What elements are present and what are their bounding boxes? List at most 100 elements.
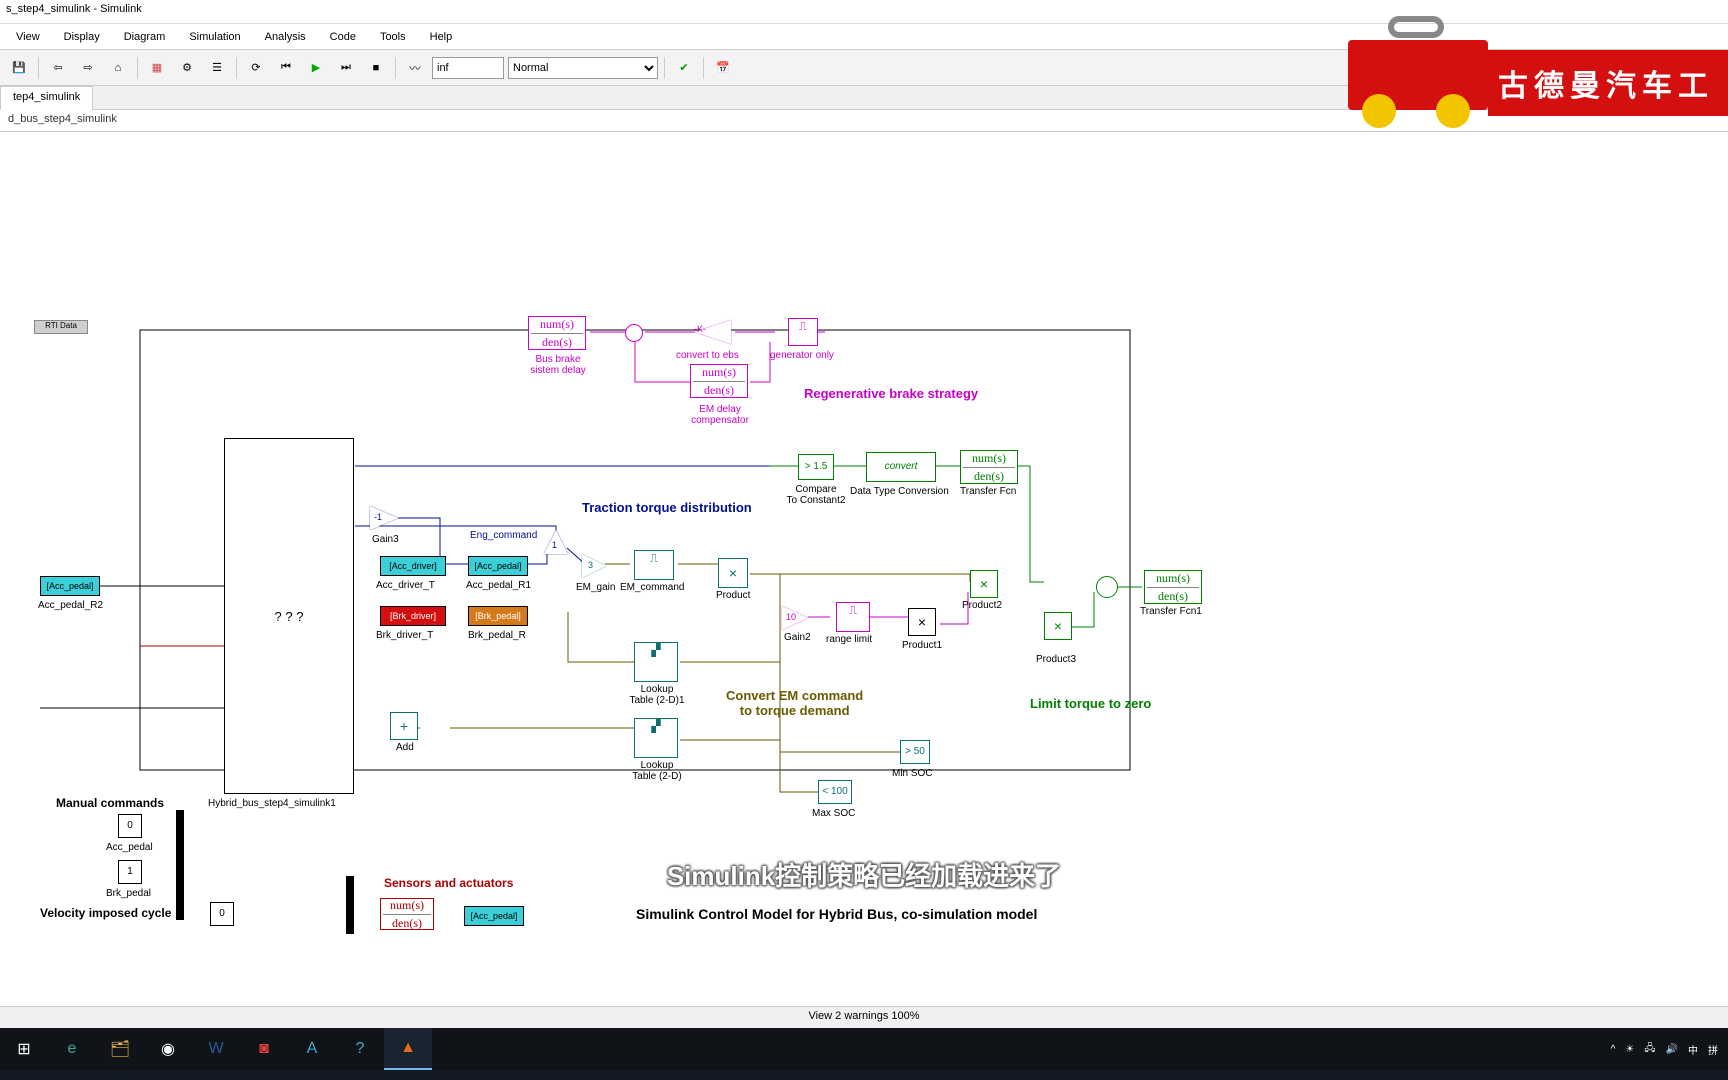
list-icon: ☰ xyxy=(212,61,222,74)
step-back-icon: ⏮ xyxy=(281,61,291,74)
const-driver-cycle[interactable]: 0 xyxy=(210,902,234,926)
product2-block[interactable] xyxy=(970,570,998,598)
lookup-icon: ▞ xyxy=(651,643,660,657)
saturation-icon: ⎍ xyxy=(849,603,857,617)
stop-button[interactable]: ■ xyxy=(363,55,389,81)
refresh-icon: ⟳ xyxy=(251,61,260,74)
tray-lang[interactable]: 拼 xyxy=(1708,1042,1718,1057)
menu-help[interactable]: Help xyxy=(418,28,465,46)
transfer-fcn-bus-brake[interactable]: num(s)den(s) xyxy=(528,316,586,350)
product2-label: Product2 xyxy=(962,600,1002,611)
tray-ime[interactable]: 中 xyxy=(1688,1042,1698,1057)
range-limit-block[interactable]: ⎍ xyxy=(836,602,870,632)
merge-value: 1 xyxy=(552,540,557,550)
transfer-fcn-em-delay[interactable]: num(s)den(s) xyxy=(690,364,748,398)
tray-network-icon[interactable]: 🖧 xyxy=(1644,1041,1655,1058)
menu-display[interactable]: Display xyxy=(52,28,112,46)
product-block[interactable] xyxy=(718,558,748,588)
model-tab[interactable]: tep4_simulink xyxy=(0,86,93,110)
menu-tools[interactable]: Tools xyxy=(368,28,418,46)
em-gain-value: 3 xyxy=(588,560,593,570)
manual-heading: Manual commands xyxy=(56,796,164,810)
acc-driver-label: Acc_driver_T xyxy=(376,580,435,591)
taskbar-edge[interactable]: e xyxy=(48,1028,96,1070)
product3-block[interactable] xyxy=(1044,612,1072,640)
transfer-fcn-sensor[interactable]: num(s)den(s) xyxy=(380,898,434,930)
em-gain-block[interactable] xyxy=(582,554,606,578)
menu-code[interactable]: Code xyxy=(318,28,368,46)
lookup-table-2d-1[interactable]: ▞ xyxy=(634,642,678,682)
tray-weather-icon[interactable]: ☀ xyxy=(1625,1044,1634,1055)
taskbar-chrome[interactable]: ◉ xyxy=(144,1028,192,1070)
stop-time-input[interactable] xyxy=(432,57,504,79)
sum-block-ebs[interactable] xyxy=(625,324,643,342)
rti-data-block[interactable]: RTI Data xyxy=(34,320,88,334)
sum-limit-block[interactable] xyxy=(1096,576,1118,598)
transfer-fcn1-block[interactable]: num(s)den(s) xyxy=(1144,570,1202,604)
signal-button[interactable]: 〰 xyxy=(402,55,428,81)
fastrestart-button[interactable]: ✔ xyxy=(671,55,697,81)
sensors-heading: Sensors and actuators xyxy=(384,876,513,890)
em-command-sat[interactable]: ⎍ xyxy=(634,550,674,580)
lookup-table-2d[interactable]: ▞ xyxy=(634,718,678,758)
save-button[interactable]: 💾 xyxy=(6,55,32,81)
model-config-button[interactable]: ⚙ xyxy=(174,55,200,81)
min-soc-label: Min SOC xyxy=(892,768,933,779)
tray-sound-icon[interactable]: 🔊 xyxy=(1666,1044,1678,1055)
max-soc-block[interactable]: < 100 xyxy=(818,780,852,804)
sim-mode-select[interactable]: Normal xyxy=(508,57,658,79)
schedule-button[interactable]: 📅 xyxy=(710,55,736,81)
mux-block-1[interactable] xyxy=(176,810,184,920)
add-label: Add xyxy=(396,742,414,753)
menu-analysis[interactable]: Analysis xyxy=(253,28,318,46)
const-brk-pedal[interactable]: 1 xyxy=(118,860,142,884)
transfer-fcn-block[interactable]: num(s)den(s) xyxy=(960,450,1018,484)
min-soc-block[interactable]: > 50 xyxy=(900,740,930,764)
compare-constant-block[interactable]: > 1.5 xyxy=(798,454,834,480)
model-canvas[interactable]: RTI Data xyxy=(0,132,1728,1002)
taskbar-word[interactable]: W xyxy=(192,1028,240,1070)
subsystem-block[interactable]: ? ? ? xyxy=(224,438,354,794)
gain2-label: Gain2 xyxy=(784,632,811,643)
menu-view[interactable]: View xyxy=(4,28,52,46)
menu-simulation[interactable]: Simulation xyxy=(177,28,252,46)
taskbar-start[interactable]: ⊞ xyxy=(0,1028,48,1070)
lookup1-label: Lookup Table (2-D)1 xyxy=(622,684,692,706)
taskbar-explorer[interactable]: 🗂 xyxy=(96,1028,144,1070)
goto-acc-pedal-sensor[interactable]: [Acc_pedal] xyxy=(464,906,524,926)
data-type-conversion-block[interactable]: convert xyxy=(866,452,936,482)
taskbar-recorder[interactable]: ◙ xyxy=(240,1028,288,1070)
menu-diagram[interactable]: Diagram xyxy=(112,28,178,46)
saturation-gen-only[interactable]: ⎍ xyxy=(788,318,818,346)
compare-label: Compare To Constant2 xyxy=(786,484,846,506)
product1-label: Product1 xyxy=(902,640,942,651)
from-brk-pedal[interactable]: [Brk_pedal] xyxy=(468,606,528,626)
up-button[interactable]: ⌂ xyxy=(105,55,131,81)
velocity-heading: Velocity imposed cycle xyxy=(40,906,171,920)
add-block[interactable] xyxy=(390,712,418,740)
from-acc-pedal[interactable]: [Acc_pedal] xyxy=(468,556,528,576)
const-acc-pedal[interactable]: 0 xyxy=(118,814,142,838)
library-browser-button[interactable]: ▦ xyxy=(144,55,170,81)
step-forward-button[interactable]: ⏭ xyxy=(333,55,359,81)
taskbar-matlab[interactable]: ▲ xyxy=(384,1028,432,1070)
tfcn-num: num(s) xyxy=(1145,571,1201,586)
run-button[interactable]: ▶ xyxy=(303,55,329,81)
update-diagram-button[interactable]: ⟳ xyxy=(243,55,269,81)
taskbar-help[interactable]: ? xyxy=(336,1028,384,1070)
step-back-button[interactable]: ⏮ xyxy=(273,55,299,81)
mux-block-2[interactable] xyxy=(346,876,354,934)
model-explorer-button[interactable]: ☰ xyxy=(204,55,230,81)
tray-chevron-icon[interactable]: ^ xyxy=(1611,1044,1616,1055)
lookup2-label: Lookup Table (2-D) xyxy=(622,760,692,782)
goto-acc-driver[interactable]: [Acc_driver] xyxy=(380,556,446,576)
taskbar-amesim[interactable]: A xyxy=(288,1028,336,1070)
product1-block[interactable] xyxy=(908,608,936,636)
main-heading: Simulink Control Model for Hybrid Bus, c… xyxy=(636,906,1037,922)
forward-button[interactable]: ⇨ xyxy=(75,55,101,81)
back-button[interactable]: ⇦ xyxy=(45,55,71,81)
goto-brk-driver[interactable]: [Brk_driver] xyxy=(380,606,446,626)
from-acc-pedal-r2[interactable]: [Acc_pedal] xyxy=(40,576,100,596)
system-tray[interactable]: ^ ☀ 🖧 🔊 中 拼 xyxy=(1611,1041,1728,1058)
const-brk-label: Brk_pedal xyxy=(106,888,151,899)
